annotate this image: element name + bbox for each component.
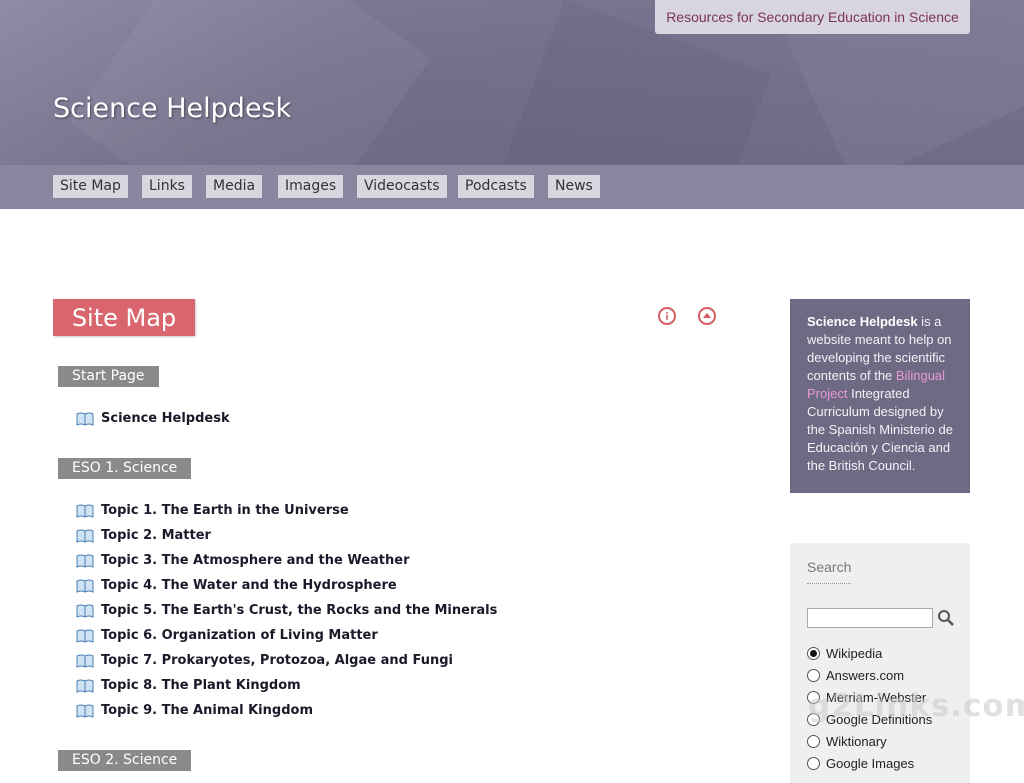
list-item[interactable]: Topic 8. The Plant Kingdom: [76, 673, 497, 698]
radio-button[interactable]: [807, 690, 820, 704]
book-icon: [76, 654, 94, 668]
list-item-label: Topic 4. The Water and the Hydrosphere: [101, 578, 397, 593]
radio-label: Wikipedia: [826, 645, 883, 661]
arrow-up-icon[interactable]: [698, 307, 716, 325]
nav-item-podcasts[interactable]: Podcasts: [458, 175, 534, 198]
book-icon: [76, 504, 94, 518]
info-icon-glyph: [666, 312, 668, 320]
list-item[interactable]: Topic 6. Organization of Living Matter: [76, 623, 497, 648]
nav-item-links[interactable]: Links: [142, 175, 192, 198]
about-box: Science Helpdesk is a website meant to h…: [790, 299, 970, 493]
list-item-label: Topic 6. Organization of Living Matter: [101, 628, 378, 643]
book-icon: [76, 679, 94, 693]
site-header: Resources for Secondary Education in Sci…: [0, 0, 1024, 165]
list-item[interactable]: Topic 1. The Earth in the Universe: [76, 498, 497, 523]
section-tag-eso-1: ESO 1. Science: [58, 458, 192, 479]
nav-item-images[interactable]: Images: [278, 175, 344, 198]
radio-label: Merriam-Webster: [826, 689, 927, 705]
list-item[interactable]: Topic 7. Prokaryotes, Protozoa, Algae an…: [76, 648, 497, 673]
radio-button[interactable]: [807, 734, 820, 748]
book-icon: [76, 579, 94, 593]
radio-button[interactable]: [807, 646, 820, 660]
list-item[interactable]: Science Helpdesk: [76, 406, 230, 431]
list-item[interactable]: Topic 9. The Animal Kingdom: [76, 698, 497, 723]
list-item-label: Topic 5. The Earth's Crust, the Rocks an…: [101, 603, 498, 618]
radio-label: Google Images: [826, 755, 915, 771]
search-title: Search: [807, 559, 852, 584]
nav-item-site-map[interactable]: Site Map: [53, 175, 128, 198]
book-icon: [76, 629, 94, 643]
page-title: Site Map: [53, 299, 195, 336]
start-page-list: Science Helpdesk: [76, 406, 230, 431]
list-item-label: Science Helpdesk: [101, 411, 230, 426]
header-decoration: [68, 0, 432, 165]
search-option-google-definitions[interactable]: Google Definitions: [807, 708, 932, 730]
nav-item-media[interactable]: Media: [206, 175, 263, 198]
list-item-label: Topic 8. The Plant Kingdom: [101, 678, 301, 693]
site-tagline: Resources for Secondary Education in Sci…: [655, 0, 970, 34]
book-icon: [76, 704, 94, 718]
eso-1-list: Topic 1. The Earth in the Universe Topic…: [76, 498, 497, 723]
search-option-wikipedia[interactable]: Wikipedia: [807, 642, 882, 664]
list-item-label: Topic 2. Matter: [101, 528, 211, 543]
book-icon: [76, 604, 94, 618]
list-item[interactable]: Topic 2. Matter: [76, 523, 497, 548]
radio-button[interactable]: [807, 668, 820, 682]
info-icon[interactable]: [658, 307, 676, 325]
search-input[interactable]: [807, 608, 933, 628]
arrow-up-icon-glyph: [703, 313, 711, 318]
site-title[interactable]: Science Helpdesk: [53, 93, 291, 124]
list-item-label: Topic 1. The Earth in the Universe: [101, 503, 349, 518]
search-option-answers[interactable]: Answers.com: [807, 664, 904, 686]
search-widget: Search Wikipedia Answers.com Merriam-Web…: [790, 543, 970, 783]
list-item[interactable]: Topic 4. The Water and the Hydrosphere: [76, 573, 497, 598]
list-item-label: Topic 9. The Animal Kingdom: [101, 703, 313, 718]
main-nav: Site Map Links Media Images Videocasts P…: [0, 165, 1024, 209]
search-option-merriam-webster[interactable]: Merriam-Webster: [807, 686, 926, 708]
search-icon[interactable]: [937, 609, 955, 627]
list-item[interactable]: Topic 3. The Atmosphere and the Weather: [76, 548, 497, 573]
nav-item-news[interactable]: News: [548, 175, 600, 198]
radio-button[interactable]: [807, 712, 820, 726]
list-item-label: Topic 7. Prokaryotes, Protozoa, Algae an…: [101, 653, 453, 668]
section-tag-start-page: Start Page: [58, 366, 159, 387]
nav-item-videocasts[interactable]: Videocasts: [357, 175, 447, 198]
book-icon: [76, 412, 94, 426]
list-item[interactable]: Topic 5. The Earth's Crust, the Rocks an…: [76, 598, 497, 623]
book-icon: [76, 529, 94, 543]
radio-label: Google Definitions: [826, 711, 933, 727]
search-option-wiktionary[interactable]: Wiktionary: [807, 730, 887, 752]
radio-label: Answers.com: [826, 667, 905, 683]
radio-label: Wiktionary: [826, 733, 887, 749]
about-site-name: Science Helpdesk: [807, 314, 918, 329]
book-icon: [76, 554, 94, 568]
list-item-label: Topic 3. The Atmosphere and the Weather: [101, 553, 410, 568]
search-option-google-images[interactable]: Google Images: [807, 752, 914, 774]
